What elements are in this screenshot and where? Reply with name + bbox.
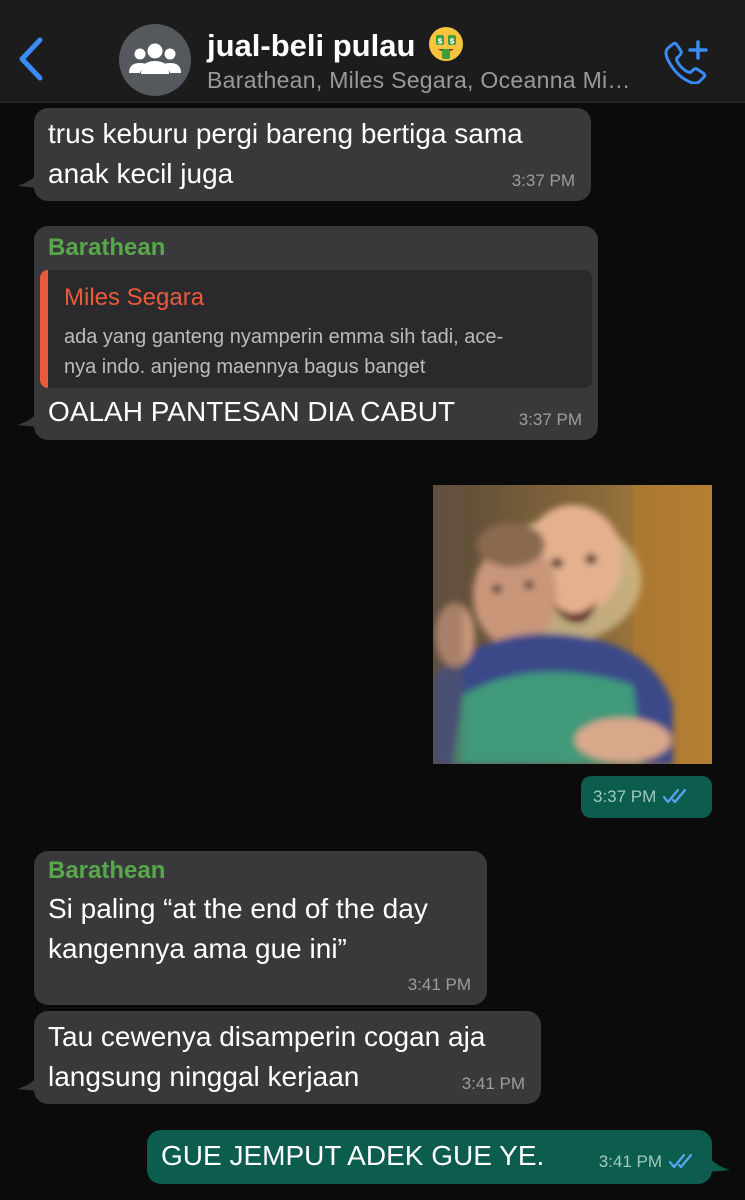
sender-name: Barathean [48,234,166,261]
chat-title[interactable]: jual-beli pulau $ $ [207,26,464,64]
quote-author: Miles Segara [64,284,205,311]
message-bubble-incoming[interactable]: trus keburu pergi bareng bertiga sama an… [34,108,591,201]
quote-accent-bar [40,270,48,388]
svg-text:$: $ [437,37,443,46]
chat-header: jual-beli pulau $ $ Barathean, Miles Seg… [0,0,745,103]
message-bubble-incoming[interactable]: Barathean Miles Segara ada yang ganteng … [34,226,598,440]
sender-name: Barathean [48,857,166,884]
quote-text-line: ada yang ganteng nyamperin emma sih tadi… [64,326,504,348]
message-timestamp: 3:41 PM [407,975,471,994]
phone-plus-icon [664,40,708,85]
message-time-text: 3:37 PM [593,787,657,806]
back-button[interactable] [14,36,48,82]
message-bubble-outgoing[interactable]: 3:37 PM [581,776,712,818]
message-text-line: trus keburu pergi bareng bertiga sama [48,118,523,149]
bubble-tail [708,1156,730,1172]
chat-participants[interactable]: Barathean, Miles Segara, Oceanna Mi… [207,67,657,94]
message-bubble-incoming[interactable]: Barathean Si paling “at the end of the d… [34,851,487,1005]
message-bubble-outgoing[interactable]: GUE JEMPUT ADEK GUE YE. 3:41 PM [147,1130,712,1184]
group-avatar[interactable] [119,24,191,96]
message-text-line: Si paling “at the end of the day [48,893,428,924]
message-text-line: anak kecil juga [48,158,234,189]
message-timestamp: 3:37 PM [511,171,575,190]
chat-title-text: jual-beli pulau [207,28,416,63]
message-time-text: 3:41 PM [598,1152,662,1171]
message-timestamp: 3:37 PM [518,410,582,429]
message-text-line: langsung ninggal kerjaan [48,1061,360,1092]
quote-text-line: nya indo. anjeng maennya bagus banget [64,356,426,378]
message-text-line: Tau cewenya disamperin cogan aja [48,1021,486,1052]
message-text-line: GUE JEMPUT ADEK GUE YE. [161,1140,545,1171]
message-timestamp: 3:37 PM [593,787,690,807]
message-text-line: OALAH PANTESAN DIA CABUT [48,396,456,427]
quoted-message[interactable]: Miles Segara ada yang ganteng nyamperin … [40,270,592,388]
add-call-button[interactable] [660,38,710,85]
bubble-tail [17,411,39,427]
bubble-tail [17,1075,39,1091]
message-bubble-incoming[interactable]: Tau cewenya disamperin cogan aja langsun… [34,1011,541,1104]
message-text-line: kangennya ama gue ini” [48,933,347,964]
message-timestamp: 3:41 PM [599,1152,696,1172]
message-image[interactable] [433,485,712,764]
message-timestamp: 3:41 PM [461,1074,525,1093]
group-icon [129,43,181,74]
toddlers-photo [433,485,712,764]
bubble-tail [17,172,39,188]
read-receipt-icon [668,1153,693,1169]
svg-text:$: $ [449,37,455,46]
read-receipt-icon [663,788,687,804]
money-mouth-face-emoji: $ $ [429,27,464,61]
chevron-left-icon [19,37,43,81]
